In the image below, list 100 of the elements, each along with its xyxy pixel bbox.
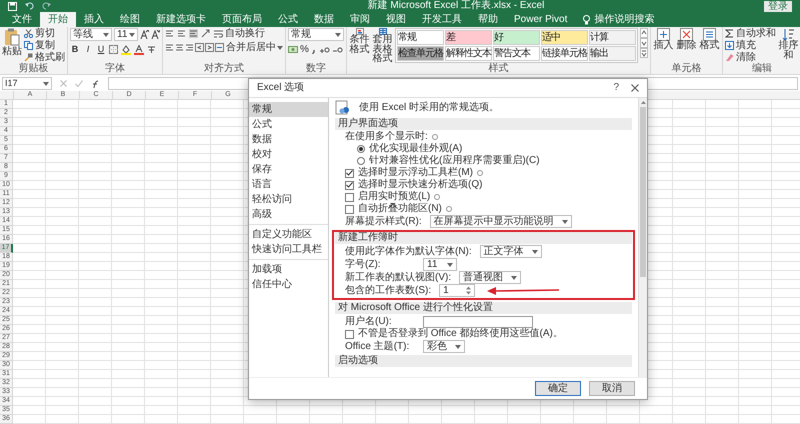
lightbulb-icon[interactable] <box>583 14 590 24</box>
cell-style-swatch[interactable]: 计算 <box>589 30 636 45</box>
cell-style-swatch[interactable]: 警告文本 <box>493 46 540 61</box>
align-right-icon[interactable] <box>185 43 194 52</box>
ribbon-tab[interactable]: 帮助 <box>470 12 506 27</box>
sort-filter-button[interactable]: 排序和 <box>778 28 799 61</box>
ribbon-tab[interactable]: 审阅 <box>342 12 378 27</box>
conditional-formatting-button[interactable]: 条件格式 <box>349 28 370 54</box>
autosum-button[interactable]: 自动求和 <box>725 28 776 39</box>
sidebar-item[interactable]: 加载项 <box>249 262 328 277</box>
format-painter-button[interactable]: 格式刷 <box>24 52 65 63</box>
redo-icon[interactable] <box>42 2 51 10</box>
dialog-button[interactable]: 确定 <box>535 381 581 396</box>
undo-icon[interactable] <box>25 2 34 10</box>
sidebar-item[interactable]: 高级 <box>249 207 328 222</box>
ribbon-tab[interactable]: 绘图 <box>112 12 148 27</box>
ribbon-tab[interactable]: 开始 <box>40 12 76 27</box>
ribbon-tab[interactable]: 公式 <box>270 12 306 27</box>
checkbox[interactable] <box>345 204 354 214</box>
checkbox[interactable] <box>345 180 354 190</box>
scroll-thumb[interactable] <box>640 107 646 277</box>
paste-icon[interactable] <box>4 28 20 46</box>
align-center-icon[interactable] <box>175 43 184 52</box>
dialog-button[interactable]: 取消 <box>589 381 635 396</box>
decrease-decimal-icon[interactable] <box>332 45 343 54</box>
font-color-icon[interactable] <box>134 44 144 54</box>
checkbox[interactable] <box>345 168 354 178</box>
wrap-text-button[interactable]: 自动换行 <box>214 28 265 39</box>
scroll-down-icon[interactable] <box>640 38 648 48</box>
dropdown[interactable]: 普通视图 <box>459 271 522 284</box>
orientation-icon[interactable] <box>201 29 211 38</box>
merge-center-button[interactable]: 合并后居中 <box>215 42 276 53</box>
insert-button[interactable]: 插入 <box>653 28 674 51</box>
decrease-indent-icon[interactable] <box>195 43 204 52</box>
radio-button[interactable] <box>357 157 365 165</box>
currency-icon[interactable] <box>288 45 298 54</box>
sidebar-item[interactable]: 校对 <box>249 147 328 162</box>
sidebar-item[interactable]: 保存 <box>249 162 328 177</box>
sidebar-item[interactable]: 轻松访问 <box>249 192 328 207</box>
close-icon[interactable] <box>631 84 639 92</box>
checkbox[interactable] <box>345 330 354 338</box>
increase-decimal-icon[interactable] <box>318 45 330 54</box>
ribbon-tab[interactable]: 数据 <box>306 12 342 27</box>
copy-button[interactable]: 复制 <box>24 40 65 51</box>
check-icon[interactable] <box>75 80 83 87</box>
name-box[interactable]: I17 <box>2 77 52 90</box>
grow-font-icon[interactable] <box>140 30 149 39</box>
italic-button[interactable]: I <box>83 44 93 55</box>
dropdown[interactable]: 彩色 <box>423 340 465 353</box>
dropdown[interactable]: 11 <box>423 258 457 271</box>
align-middle-icon[interactable] <box>177 29 186 38</box>
tell-me-search[interactable]: 操作说明搜索 <box>594 12 654 27</box>
spin-box[interactable]: 1 <box>439 284 476 297</box>
format-as-table-button[interactable]: 套用表格格式 <box>372 28 393 64</box>
sidebar-item[interactable]: 公式 <box>249 117 328 132</box>
ribbon-tab[interactable]: 文件 <box>4 12 40 27</box>
ribbon-tab[interactable]: 开发工具 <box>414 12 470 27</box>
cell-style-swatch[interactable]: 检查单元格 <box>397 46 444 61</box>
sidebar-item[interactable]: 常规 <box>249 102 328 117</box>
function-icon[interactable] <box>91 80 100 88</box>
dropdown[interactable]: 正文字体 <box>480 245 542 258</box>
underline-button[interactable]: U <box>96 44 106 55</box>
input-field[interactable] <box>423 316 533 328</box>
sidebar-item[interactable]: 语言 <box>249 177 328 192</box>
checkbox[interactable] <box>345 192 354 202</box>
radio-button[interactable] <box>357 145 365 153</box>
sidebar-item[interactable]: 自定义功能区 <box>249 227 328 242</box>
fill-button[interactable]: 填充 <box>725 40 776 51</box>
more-icon[interactable] <box>640 48 648 58</box>
sidebar-item[interactable]: 信任中心 <box>249 277 328 292</box>
help-button[interactable]: ? <box>613 82 619 94</box>
shrink-font-icon[interactable] <box>151 30 160 39</box>
ribbon-tab[interactable]: 页面布局 <box>214 12 270 27</box>
ribbon-tab[interactable]: 插入 <box>76 12 112 27</box>
delete-button[interactable]: 删除 <box>676 28 697 51</box>
cell-style-swatch[interactable]: 差 <box>445 30 492 45</box>
fill-color-icon[interactable] <box>121 44 131 54</box>
format-button[interactable]: 格式 <box>699 28 720 51</box>
align-left-icon[interactable] <box>165 43 174 52</box>
borders-icon[interactable] <box>109 45 118 54</box>
font-size-dropdown[interactable]: 11 <box>114 28 138 41</box>
sidebar-item[interactable]: 数据 <box>249 132 328 147</box>
align-top-icon[interactable] <box>165 29 174 38</box>
font-name-dropdown[interactable]: 等线 <box>70 28 112 41</box>
login-button[interactable]: 登录 <box>764 0 792 12</box>
cell-style-swatch[interactable]: 链接单元格 <box>541 46 588 61</box>
clear-button[interactable]: 清除 <box>725 52 776 63</box>
align-bottom-icon[interactable] <box>189 29 198 38</box>
cut-button[interactable]: 剪切 <box>24 28 65 39</box>
scroll-up-icon[interactable] <box>640 28 648 38</box>
number-format-dropdown[interactable]: 常规 <box>288 28 344 41</box>
cell-style-swatch[interactable]: 好 <box>493 30 540 45</box>
percent-button[interactable]: % <box>300 44 309 55</box>
cell-style-swatch[interactable]: 输出 <box>589 46 636 61</box>
increase-indent-icon[interactable] <box>205 43 214 52</box>
bold-button[interactable]: B <box>70 44 80 55</box>
cell-style-swatch[interactable]: 常规 <box>397 30 444 45</box>
ribbon-tab[interactable]: 新建选项卡 <box>148 12 214 27</box>
dropdown[interactable]: 在屏幕提示中显示功能说明 <box>430 215 572 228</box>
ribbon-tab[interactable]: Power Pivot <box>506 12 576 27</box>
